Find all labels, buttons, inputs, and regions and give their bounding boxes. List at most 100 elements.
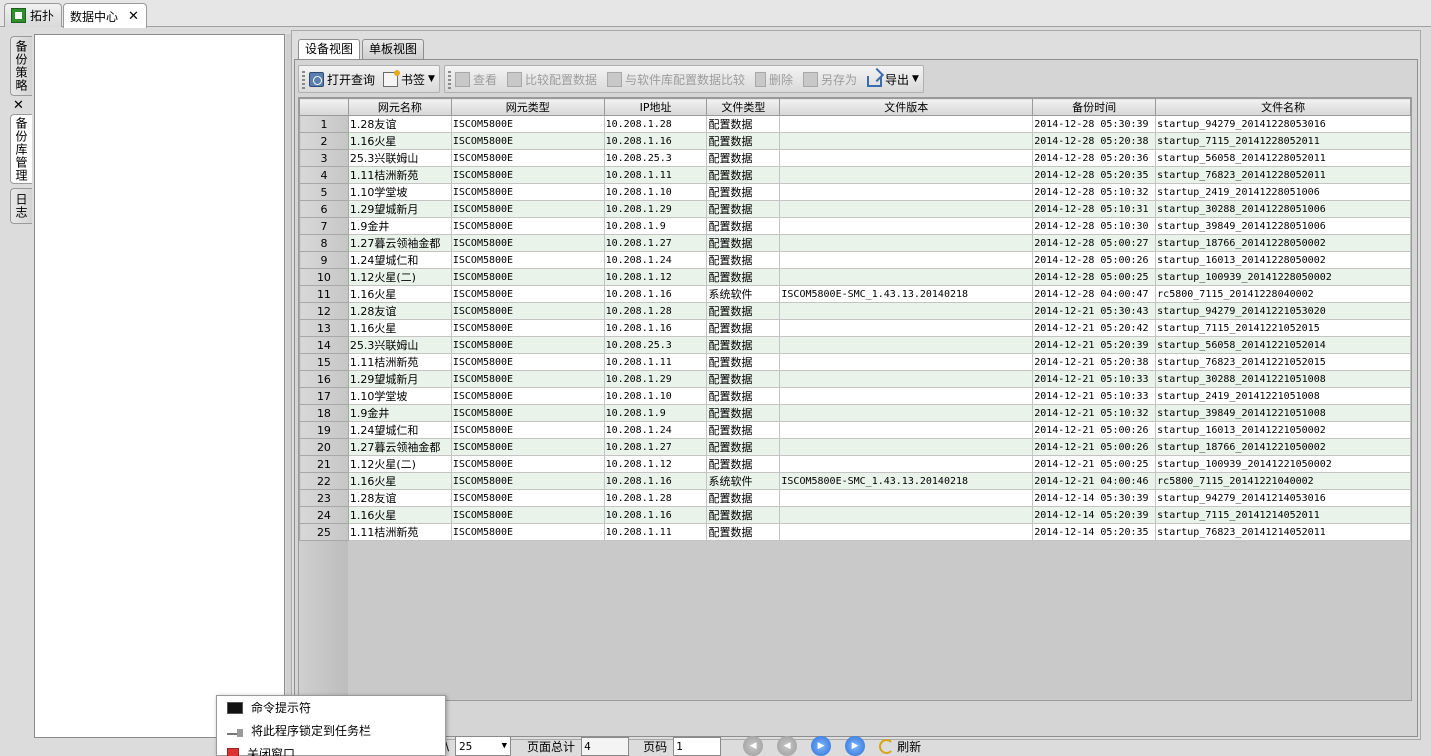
side-tab-log[interactable]: 日志 [10, 188, 32, 224]
ne-type-cell: ISCOM5800E [450, 421, 605, 439]
backup-time-cell: 2014-12-21 05:10:32 [1032, 404, 1157, 422]
last-page-button[interactable]: ▶ [845, 736, 866, 756]
column-header[interactable]: 备份时间 [1032, 98, 1157, 116]
page-number-label: 页码 [643, 739, 668, 754]
row-number: 10 [299, 268, 349, 286]
table-row[interactable]: 19 1.24望城仁和 ISCOM5800E 10.208.1.24 配置数据 2014-… [299, 421, 1411, 439]
jump-item-pin-taskbar[interactable]: 将此程序锁定到任务栏 [217, 719, 445, 742]
table-row[interactable]: 16 1.29望城新月 ISCOM5800E 10.208.1.29 配置数据 2014-… [299, 370, 1411, 388]
export-button[interactable]: 导出 ▼ [867, 71, 919, 88]
row-number: 18 [299, 404, 349, 422]
page-number-input[interactable]: 1 [673, 736, 722, 756]
close-icon[interactable]: ✕ [13, 98, 24, 113]
side-tab-backup-policy[interactable]: 备份策略 [10, 36, 32, 96]
file-name-cell: startup_94279_20141221053020 [1155, 302, 1411, 320]
table-row[interactable]: 24 1.16火星 ISCOM5800E 10.208.1.16 配置数据 2014-12… [299, 506, 1411, 524]
table-row[interactable]: 7 1.9金井 ISCOM5800E 10.208.1.9 配置数据 2014-12-28… [299, 217, 1411, 235]
jump-item-command-prompt[interactable]: 命令提示符 [217, 696, 445, 719]
table-row[interactable]: 8 1.27暮云领袖金都 ISCOM5800E 10.208.1.27 配置数据 2014… [299, 234, 1411, 252]
table-row[interactable]: 21 1.12火星(二) ISCOM5800E 10.208.1.12 配置数据 2014… [299, 455, 1411, 473]
table-row[interactable]: 15 1.11桔洲新苑 ISCOM5800E 10.208.1.11 配置数据 2014-… [299, 353, 1411, 371]
column-header[interactable]: 文件版本 [779, 98, 1034, 116]
compare-icon [506, 71, 522, 87]
compare-library-button[interactable]: 与软件库配置数据比较 [606, 71, 745, 88]
row-number: 20 [299, 438, 349, 456]
refresh-button[interactable]: 刷新 [879, 738, 921, 755]
file-name-cell: startup_2419_20141221051008 [1155, 387, 1411, 405]
save-icon [803, 71, 819, 87]
table-row[interactable]: 20 1.27暮云领袖金都 ISCOM5800E 10.208.1.27 配置数据 201… [299, 438, 1411, 456]
ne-type-cell: ISCOM5800E [450, 200, 605, 218]
backup-time-cell: 2014-12-21 05:20:39 [1032, 336, 1157, 354]
ip-cell: 10.208.1.29 [603, 370, 708, 388]
file-name-cell: startup_18766_20141228050002 [1155, 234, 1411, 252]
jump-item-close-window[interactable]: 关闭窗口 [217, 742, 445, 756]
table-row[interactable]: 3 25.3兴联姆山 ISCOM5800E 10.208.25.3 配置数据 2014-1… [299, 149, 1411, 167]
first-page-button[interactable]: ◀ [743, 736, 764, 756]
table-row[interactable]: 11 1.16火星 ISCOM5800E 10.208.1.16 系统软件 ISCOM58… [299, 285, 1411, 303]
backup-time-cell: 2014-12-21 05:10:33 [1032, 387, 1157, 405]
next-page-button[interactable]: ▶ [811, 736, 832, 756]
page-size-select[interactable]: 25 ▼ [455, 736, 512, 756]
table-row[interactable]: 22 1.16火星 ISCOM5800E 10.208.1.16 系统软件 ISCOM58… [299, 472, 1411, 490]
compare-config-button[interactable]: 比较配置数据 [506, 71, 597, 88]
tab-board-view[interactable]: 单板视图 [362, 39, 425, 59]
side-tab-backup-library[interactable]: 备份库管理 [10, 114, 32, 184]
file-version-cell [779, 489, 1034, 507]
file-name-cell: startup_16013_20141228050002 [1155, 251, 1411, 269]
column-header[interactable]: 文件类型 [706, 98, 781, 116]
ip-cell: 10.208.1.11 [603, 353, 708, 371]
table-row[interactable]: 2 1.16火星 ISCOM5800E 10.208.1.16 配置数据 2014-12-… [299, 132, 1411, 150]
column-header[interactable]: 文件名称 [1155, 98, 1411, 116]
file-name-cell: startup_39849_20141221051008 [1155, 404, 1411, 422]
prev-page-button[interactable]: ◀ [777, 736, 798, 756]
view-button[interactable]: 查看 [454, 71, 497, 88]
bookmark-label: 书签 [401, 72, 426, 87]
table-row[interactable]: 14 25.3兴联姆山 ISCOM5800E 10.208.25.3 配置数据 2014-… [299, 336, 1411, 354]
tab-device-view[interactable]: 设备视图 [298, 39, 361, 59]
pagination-bar: \ 25 ▼ 页面总计 4 页码 1 ◀ ◀ ▶ ▶ 刷新 [445, 734, 921, 756]
open-query-icon [309, 71, 324, 87]
tab-topology-label: 拓扑 [30, 9, 55, 23]
ne-type-cell: ISCOM5800E [450, 387, 605, 405]
table-row[interactable]: 23 1.28友谊 ISCOM5800E 10.208.1.28 配置数据 2014-12… [299, 489, 1411, 507]
row-number: 11 [299, 285, 349, 303]
content-area: 打开查询 书签 ▼ 查看 比较配置数据 与软件库配置数据比较 删除 另存为 导出… [294, 59, 1418, 756]
tree-panel[interactable] [34, 34, 285, 738]
table-row[interactable]: 12 1.28友谊 ISCOM5800E 10.208.1.28 配置数据 2014-12… [299, 302, 1411, 320]
backup-time-cell: 2014-12-21 04:00:46 [1032, 472, 1157, 490]
ne-type-cell: ISCOM5800E [450, 319, 605, 337]
ne-type-cell: ISCOM5800E [450, 438, 605, 456]
table-row[interactable]: 6 1.29望城新月 ISCOM5800E 10.208.1.29 配置数据 2014-1… [299, 200, 1411, 218]
table-row[interactable]: 25 1.11桔洲新苑 ISCOM5800E 10.208.1.11 配置数据 2014-… [299, 523, 1411, 541]
table-row[interactable]: 13 1.16火星 ISCOM5800E 10.208.1.16 配置数据 2014-12… [299, 319, 1411, 337]
column-header[interactable]: 网元名称 [347, 98, 452, 116]
column-header[interactable]: IP地址 [603, 98, 708, 116]
file-name-cell: startup_94279_20141228053016 [1155, 115, 1411, 133]
open-query-button[interactable]: 打开查询 [309, 71, 375, 88]
save-as-button[interactable]: 另存为 [803, 71, 857, 88]
table-row[interactable]: 10 1.12火星(二) ISCOM5800E 10.208.1.12 配置数据 2014… [299, 268, 1411, 286]
bookmark-button[interactable]: 书签 ▼ [383, 69, 435, 88]
file-version-cell [779, 438, 1034, 456]
close-icon[interactable]: ✕ [128, 9, 139, 24]
table-row[interactable]: 5 1.10学堂坡 ISCOM5800E 10.208.1.10 配置数据 2014-12… [299, 183, 1411, 201]
tab-topology[interactable]: 拓扑 [4, 3, 62, 27]
ne-name-cell: 1.16火星 [347, 319, 452, 337]
tab-data-center[interactable]: 数据中心 ✕ [63, 3, 147, 28]
column-header[interactable]: 网元类型 [450, 98, 605, 116]
table-row[interactable]: 17 1.10学堂坡 ISCOM5800E 10.208.1.10 配置数据 2014-1… [299, 387, 1411, 405]
table-row[interactable]: 18 1.9金井 ISCOM5800E 10.208.1.9 配置数据 2014-12-2… [299, 404, 1411, 422]
toolbar-group-actions: 查看 比较配置数据 与软件库配置数据比较 删除 另存为 导出 ▼ [443, 65, 924, 93]
table-row[interactable]: 9 1.24望城仁和 ISCOM5800E 10.208.1.24 配置数据 2014-1… [299, 251, 1411, 269]
file-name-cell: startup_18766_20141221050002 [1155, 438, 1411, 456]
table-row[interactable]: 1 1.28友谊 ISCOM5800E 10.208.1.28 配置数据 2014-12-… [299, 115, 1411, 133]
table-row[interactable]: 4 1.11桔洲新苑 ISCOM5800E 10.208.1.11 配置数据 2014-1… [299, 166, 1411, 184]
file-version-cell [779, 353, 1034, 371]
export-label: 导出 [885, 72, 910, 87]
row-number: 3 [299, 149, 349, 167]
file-type-cell: 配置数据 [706, 438, 781, 456]
file-type-cell: 配置数据 [706, 268, 781, 286]
view-icon [454, 71, 470, 87]
delete-button[interactable]: 删除 [755, 71, 793, 88]
